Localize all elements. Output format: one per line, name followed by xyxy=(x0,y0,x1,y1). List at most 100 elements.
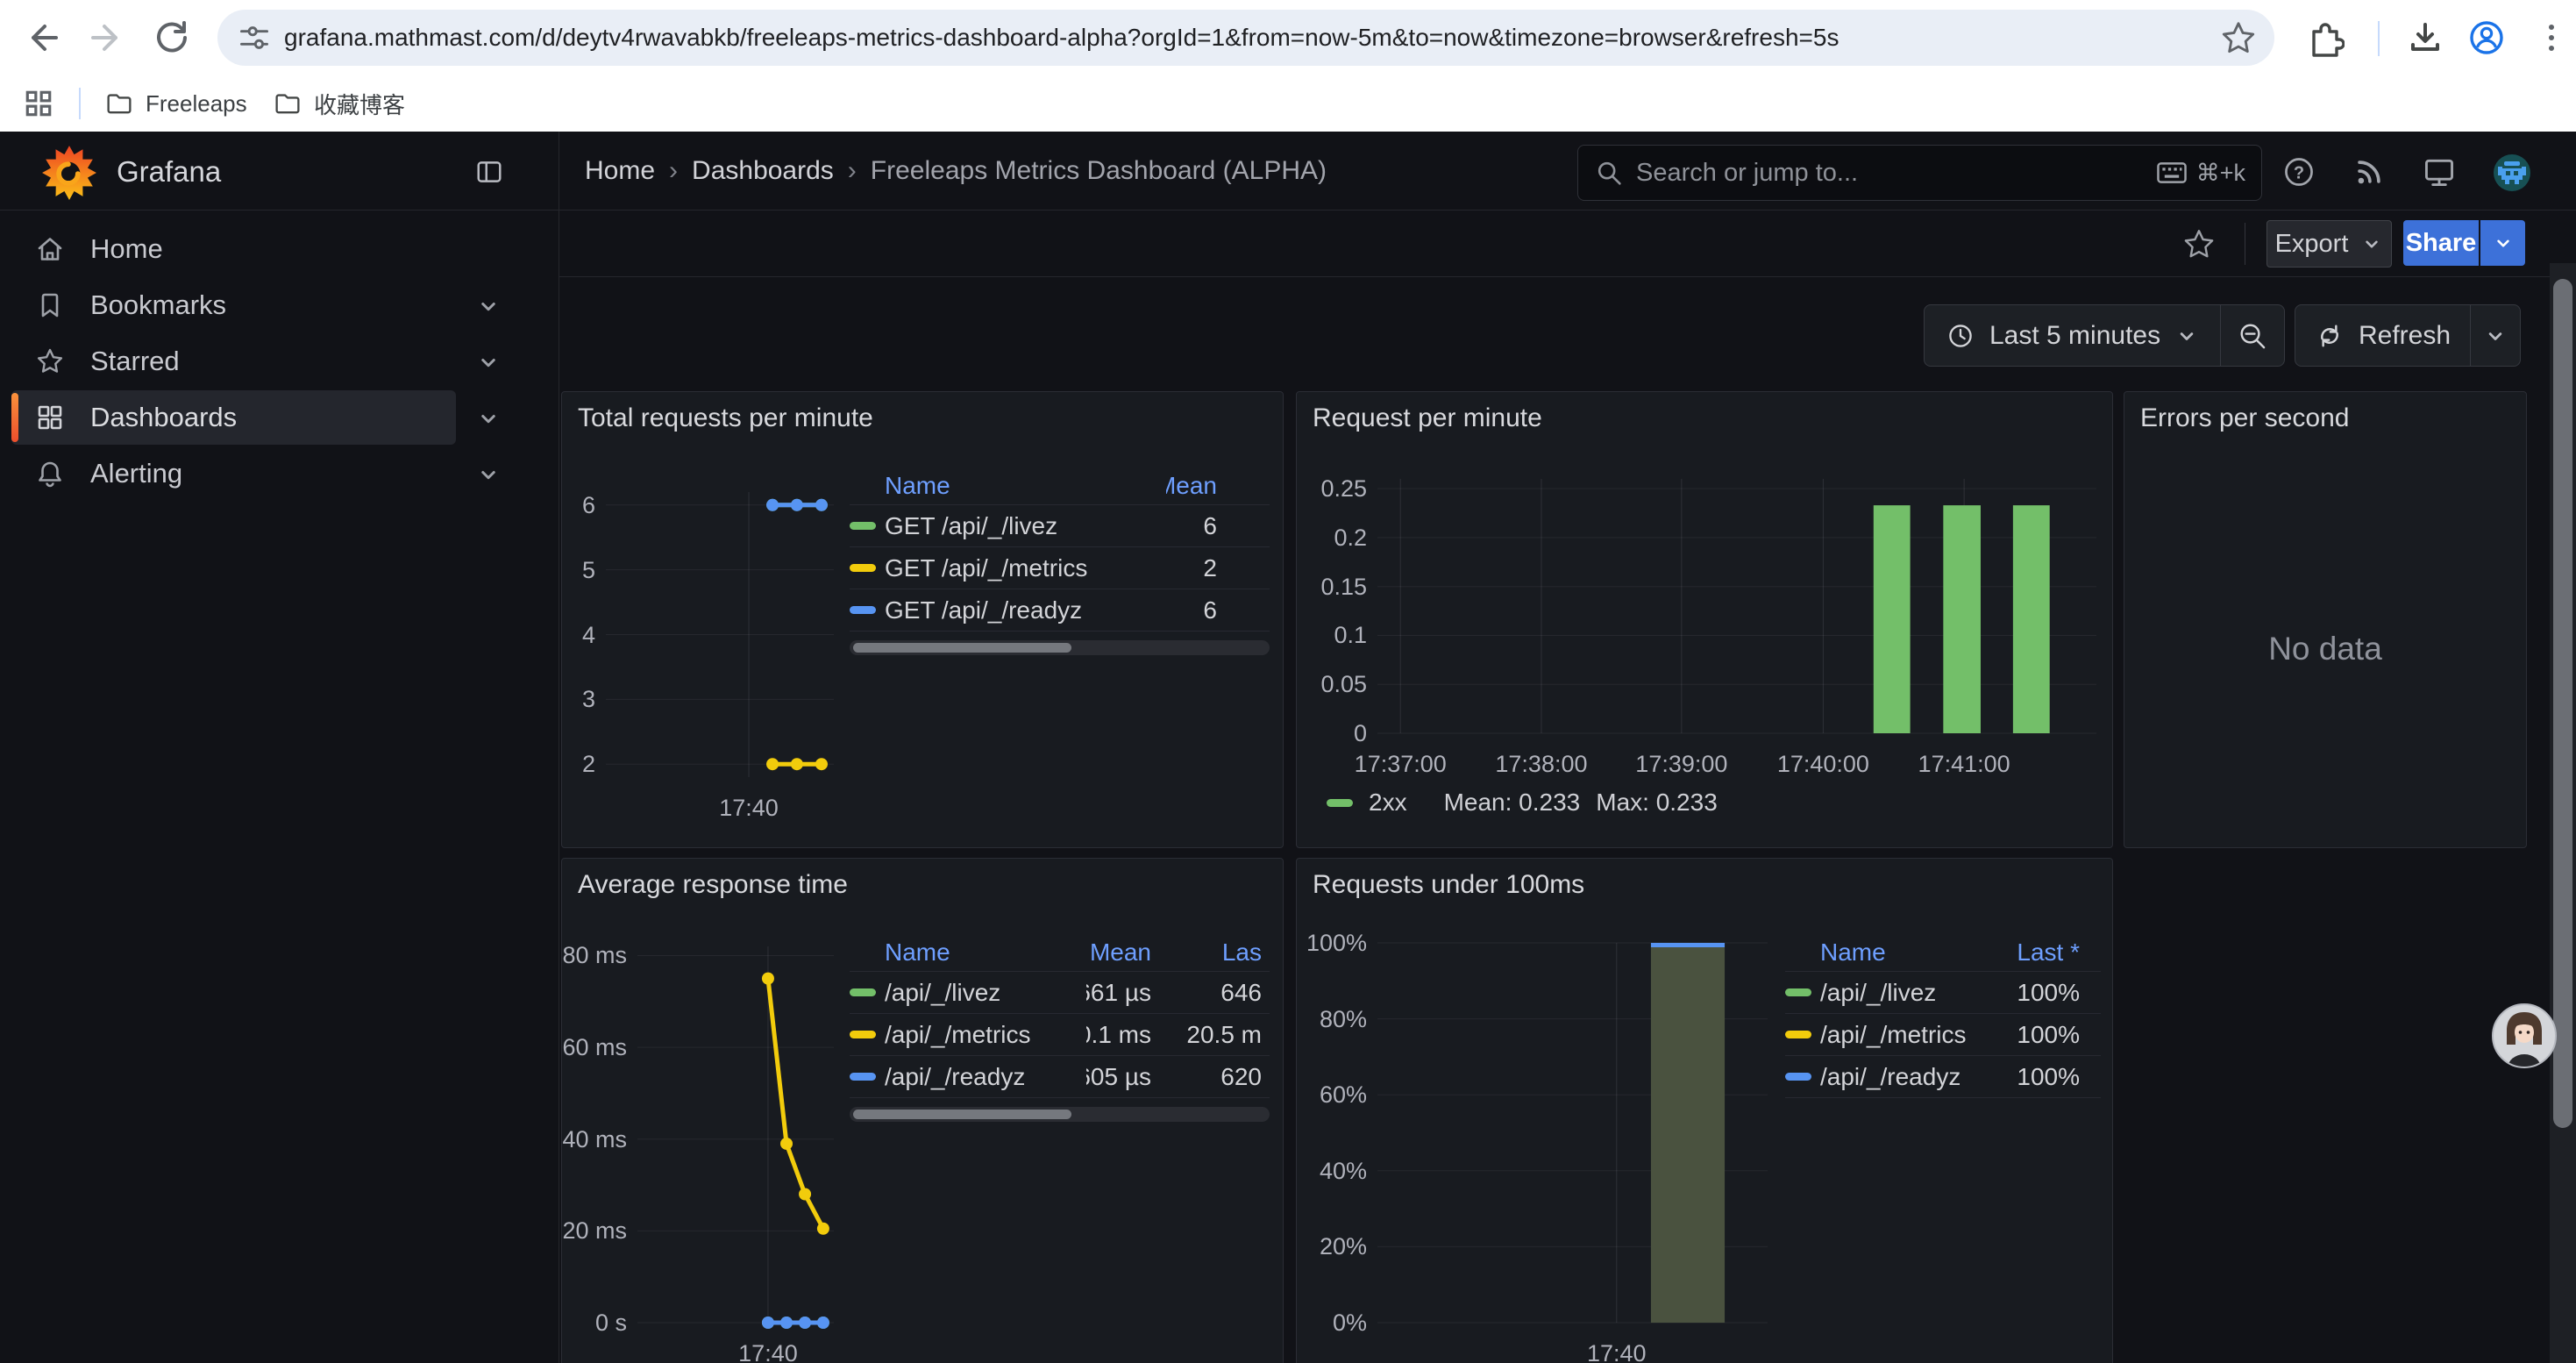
panel-average-response-time: Average response time 80 ms60 ms40 ms20 … xyxy=(561,858,1284,1363)
series-color-pill[interactable] xyxy=(850,606,876,614)
svg-text:?: ? xyxy=(2294,163,2304,182)
scrollbar-thumb[interactable] xyxy=(853,1110,1071,1119)
series-color-pill[interactable] xyxy=(1785,1073,1811,1081)
dashboards-icon xyxy=(35,403,65,432)
legend-header[interactable]: Name xyxy=(1820,934,2004,972)
data-point xyxy=(766,758,779,770)
sidebar-toggle-icon[interactable] xyxy=(473,156,505,188)
forward-icon[interactable] xyxy=(88,18,126,57)
series-color-pill[interactable] xyxy=(1785,988,1811,996)
legend-max: Max: 0.233 xyxy=(1596,789,1718,817)
sidebar-item-starred[interactable]: Starred xyxy=(11,334,456,389)
time-range-picker[interactable]: Last 5 minutes xyxy=(1925,321,2220,351)
refresh-interval-button[interactable] xyxy=(2471,324,2520,348)
favorite-star-icon[interactable] xyxy=(2182,227,2216,260)
sidebar-item-label: Starred xyxy=(90,346,180,377)
chevron-down-icon[interactable] xyxy=(475,293,502,319)
url-bar[interactable]: grafana.mathmast.com/d/deytv4rwavabkb/fr… xyxy=(217,10,2274,66)
data-point xyxy=(799,1188,811,1201)
sidebar-item-dashboards[interactable]: Dashboards xyxy=(11,390,456,445)
scrollbar-thumb[interactable] xyxy=(853,643,1071,653)
chevron-down-icon xyxy=(2174,324,2199,348)
bar xyxy=(2013,505,2050,733)
series-line xyxy=(768,979,823,1229)
breadcrumb-separator: › xyxy=(834,156,871,186)
panel-title[interactable]: Errors per second xyxy=(2140,403,2349,433)
legend-header[interactable]: Mean xyxy=(1086,934,1178,972)
bookmark-icon xyxy=(35,290,65,320)
breadcrumb-home[interactable]: Home xyxy=(585,156,655,186)
browser-menu-icon[interactable] xyxy=(2532,18,2571,57)
legend-header[interactable]: Las xyxy=(1178,934,1270,972)
url-text[interactable]: grafana.mathmast.com/d/deytv4rwavabkb/fr… xyxy=(284,10,2204,66)
sidebar-item-label: Dashboards xyxy=(90,402,237,433)
share-button[interactable]: Share xyxy=(2403,220,2479,266)
sidebar-item-alerting[interactable]: Alerting xyxy=(11,446,456,501)
bookmark-folder-blogs[interactable]: 收藏博客 xyxy=(274,75,405,132)
apps-grid-icon[interactable] xyxy=(23,88,54,119)
chevron-down-icon[interactable] xyxy=(475,405,502,432)
legend-series-name[interactable]: /api/_/livez xyxy=(1820,972,2004,1014)
floating-assistant-avatar[interactable] xyxy=(2492,1003,2557,1068)
legend-scrollbar[interactable] xyxy=(850,1107,1270,1122)
legend-series-name[interactable]: GET /api/_/metrics xyxy=(885,547,1166,589)
share-menu-button[interactable] xyxy=(2480,220,2525,266)
legend-series-name[interactable]: GET /api/_/readyz xyxy=(885,589,1166,632)
header-divider xyxy=(0,210,2576,211)
series-color-pill[interactable] xyxy=(850,564,876,572)
series-color-pill[interactable] xyxy=(850,1073,876,1081)
user-avatar[interactable] xyxy=(2494,154,2530,191)
legend-series-name[interactable]: /api/_/livez xyxy=(885,972,1086,1014)
bookmark-star-icon[interactable] xyxy=(2220,19,2257,56)
reload-icon[interactable] xyxy=(153,18,191,57)
rss-icon[interactable] xyxy=(2352,154,2387,189)
sidebar-item-bookmarks[interactable]: Bookmarks xyxy=(11,278,456,332)
sidebar-item-home[interactable]: Home xyxy=(11,222,456,276)
legend-value: 40.1 ms xyxy=(1086,1014,1178,1056)
downloads-icon[interactable] xyxy=(2406,18,2444,57)
legend-series-name[interactable]: /api/_/metrics xyxy=(1820,1014,2004,1056)
data-point xyxy=(791,499,803,511)
legend-header[interactable]: Last * xyxy=(2004,934,2101,972)
help-icon[interactable]: ? xyxy=(2281,154,2316,189)
zoom-out-button[interactable] xyxy=(2221,320,2284,352)
refresh-controls: Refresh xyxy=(2295,304,2521,367)
browser-toolbar: grafana.mathmast.com/d/deytv4rwavabkb/fr… xyxy=(0,0,2576,75)
scrollbar-thumb[interactable] xyxy=(2553,279,2572,1128)
chart-request-per-minute: 0.250.20.150.10.05017:37:0017:38:0017:39… xyxy=(1297,392,2112,847)
panel-total-requests: Total requests per minute 6543217:40 Nam… xyxy=(561,391,1284,848)
grafana-logo[interactable] xyxy=(40,143,98,201)
legend-scrollbar[interactable] xyxy=(850,640,1270,655)
data-point xyxy=(817,1317,829,1329)
legend-header[interactable]: Name xyxy=(885,934,1086,972)
legend-series-name[interactable]: /api/_/readyz xyxy=(885,1056,1086,1098)
legend-series-name[interactable]: /api/_/metrics xyxy=(885,1014,1086,1056)
legend-header[interactable]: Mean xyxy=(1166,467,1270,505)
bookmark-folder-freeleaps[interactable]: Freeleaps xyxy=(105,75,247,132)
chevron-down-icon[interactable] xyxy=(475,349,502,375)
legend-header[interactable]: Name xyxy=(885,467,1166,505)
extensions-icon[interactable] xyxy=(2306,18,2345,57)
refresh-button[interactable]: Refresh xyxy=(2295,321,2470,351)
search-placeholder: Search or jump to... xyxy=(1636,159,2156,188)
legend-series-name[interactable]: /api/_/readyz xyxy=(1820,1056,2004,1098)
breadcrumb-dashboards[interactable]: Dashboards xyxy=(692,156,834,186)
export-button[interactable]: Export xyxy=(2266,220,2392,268)
monitor-icon[interactable] xyxy=(2422,154,2457,189)
site-info-icon[interactable] xyxy=(237,20,272,55)
data-point xyxy=(815,499,828,511)
back-icon[interactable] xyxy=(23,18,61,57)
profile-icon[interactable] xyxy=(2467,18,2506,57)
legend-value: 661 µs xyxy=(1086,972,1178,1014)
series-color-pill[interactable] xyxy=(850,988,876,996)
series-color-pill[interactable] xyxy=(1327,799,1353,807)
legend-series-name[interactable]: GET /api/_/livez xyxy=(885,505,1166,547)
page-scrollbar[interactable] xyxy=(2550,263,2576,1363)
series-color-pill[interactable] xyxy=(1785,1031,1811,1038)
search-input[interactable]: Search or jump to... ⌘+k xyxy=(1577,145,2262,201)
series-color-pill[interactable] xyxy=(850,522,876,530)
brand-name[interactable]: Grafana xyxy=(117,151,221,193)
chevron-down-icon[interactable] xyxy=(475,461,502,488)
legend-series-name[interactable]: 2xx xyxy=(1369,789,1407,817)
series-color-pill[interactable] xyxy=(850,1031,876,1038)
